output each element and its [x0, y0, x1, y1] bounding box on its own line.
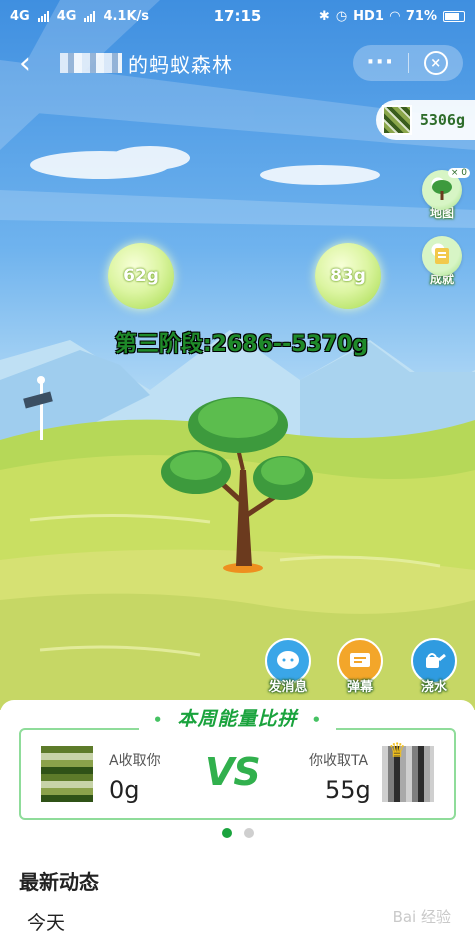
- network-label-1: 4G: [10, 8, 30, 24]
- vs-card-title: • 本周能量比拼 •: [0, 704, 475, 731]
- achievement-icon: [422, 236, 462, 276]
- ta-collected-value: 0g: [109, 776, 140, 804]
- bottom-sheet: A收取你 0g VS 你收取TA 55g ♛ • 本周能量比拼 • 最新动态 今天 …: [0, 700, 475, 950]
- signal-icon-2: [84, 10, 96, 22]
- alarm-icon: ◷: [335, 8, 348, 24]
- water-label: 浇水: [420, 680, 447, 695]
- bluetooth-icon: ✱: [318, 8, 330, 24]
- vs-card-title-text: 本周能量比拼: [167, 708, 308, 730]
- latest-activity-heading: 最新动态: [19, 870, 99, 894]
- carousel-pager: [0, 828, 475, 838]
- signal-icon: [37, 10, 49, 22]
- page-title: 的蚂蚁森林: [128, 52, 233, 77]
- ta-collected-label: A收取你: [109, 753, 161, 769]
- wifi-icon: ◠: [389, 8, 400, 24]
- send-message-button[interactable]: 发消息: [262, 638, 314, 695]
- back-button[interactable]: ‹: [0, 40, 50, 86]
- today-label: 今天: [27, 912, 66, 934]
- energy-bubble[interactable]: 83g: [315, 243, 381, 309]
- hd-label: HD1: [353, 8, 384, 24]
- energy-bubble-value: 83g: [330, 266, 366, 286]
- blurred-username: [60, 53, 122, 73]
- weekly-energy-vs-card[interactable]: A收取你 0g VS 你收取TA 55g ♛: [19, 728, 456, 820]
- watermark: Bai 经验: [392, 908, 451, 926]
- energy-total-value: 5306g: [419, 111, 465, 129]
- you-collected-value: 55g: [325, 776, 371, 804]
- mini-program-capsule: ··· ×: [353, 45, 463, 81]
- map-badge: × 0: [447, 168, 470, 178]
- chevron-left-icon: ‹: [19, 45, 31, 81]
- title-bar: ‹ 的蚂蚁森林 ··· ×: [0, 40, 475, 86]
- avatar: [381, 105, 412, 135]
- map-button[interactable]: × 0 地图: [419, 168, 470, 221]
- stage-text: 第三阶段:2686--5370g: [114, 332, 369, 357]
- close-circle-icon: ×: [423, 51, 448, 75]
- achievement-button[interactable]: 成就: [419, 236, 465, 287]
- pager-dot-active[interactable]: [221, 828, 232, 838]
- status-bar: 4G 4G 4.1K/s 17:15 ✱ ◷ HD1 ◠ 71%: [0, 0, 475, 32]
- net-speed: 4.1K/s: [103, 8, 150, 24]
- map-tree-icon: × 0: [422, 168, 470, 210]
- you-collected-label: 你收取TA: [309, 753, 369, 769]
- crown-icon: ♛: [388, 738, 406, 762]
- friend-avatar: [41, 746, 93, 802]
- battery-percent: 71%: [405, 8, 437, 24]
- energy-bubble-value: 62g: [123, 266, 159, 286]
- danmaku-button[interactable]: 弹幕: [334, 638, 386, 695]
- close-button[interactable]: ×: [408, 51, 463, 75]
- send-message-label: 发消息: [268, 680, 308, 695]
- danmaku-label: 弹幕: [346, 680, 373, 695]
- more-button[interactable]: ···: [353, 52, 408, 74]
- energy-total-pill[interactable]: 5306g: [375, 100, 475, 140]
- energy-bubble[interactable]: 62g: [108, 243, 174, 309]
- water-button[interactable]: 浇水: [408, 638, 460, 695]
- vs-mark: VS: [205, 750, 261, 794]
- pager-dot[interactable]: [243, 828, 254, 838]
- battery-icon: [443, 10, 465, 22]
- network-label-2: 4G: [56, 8, 77, 24]
